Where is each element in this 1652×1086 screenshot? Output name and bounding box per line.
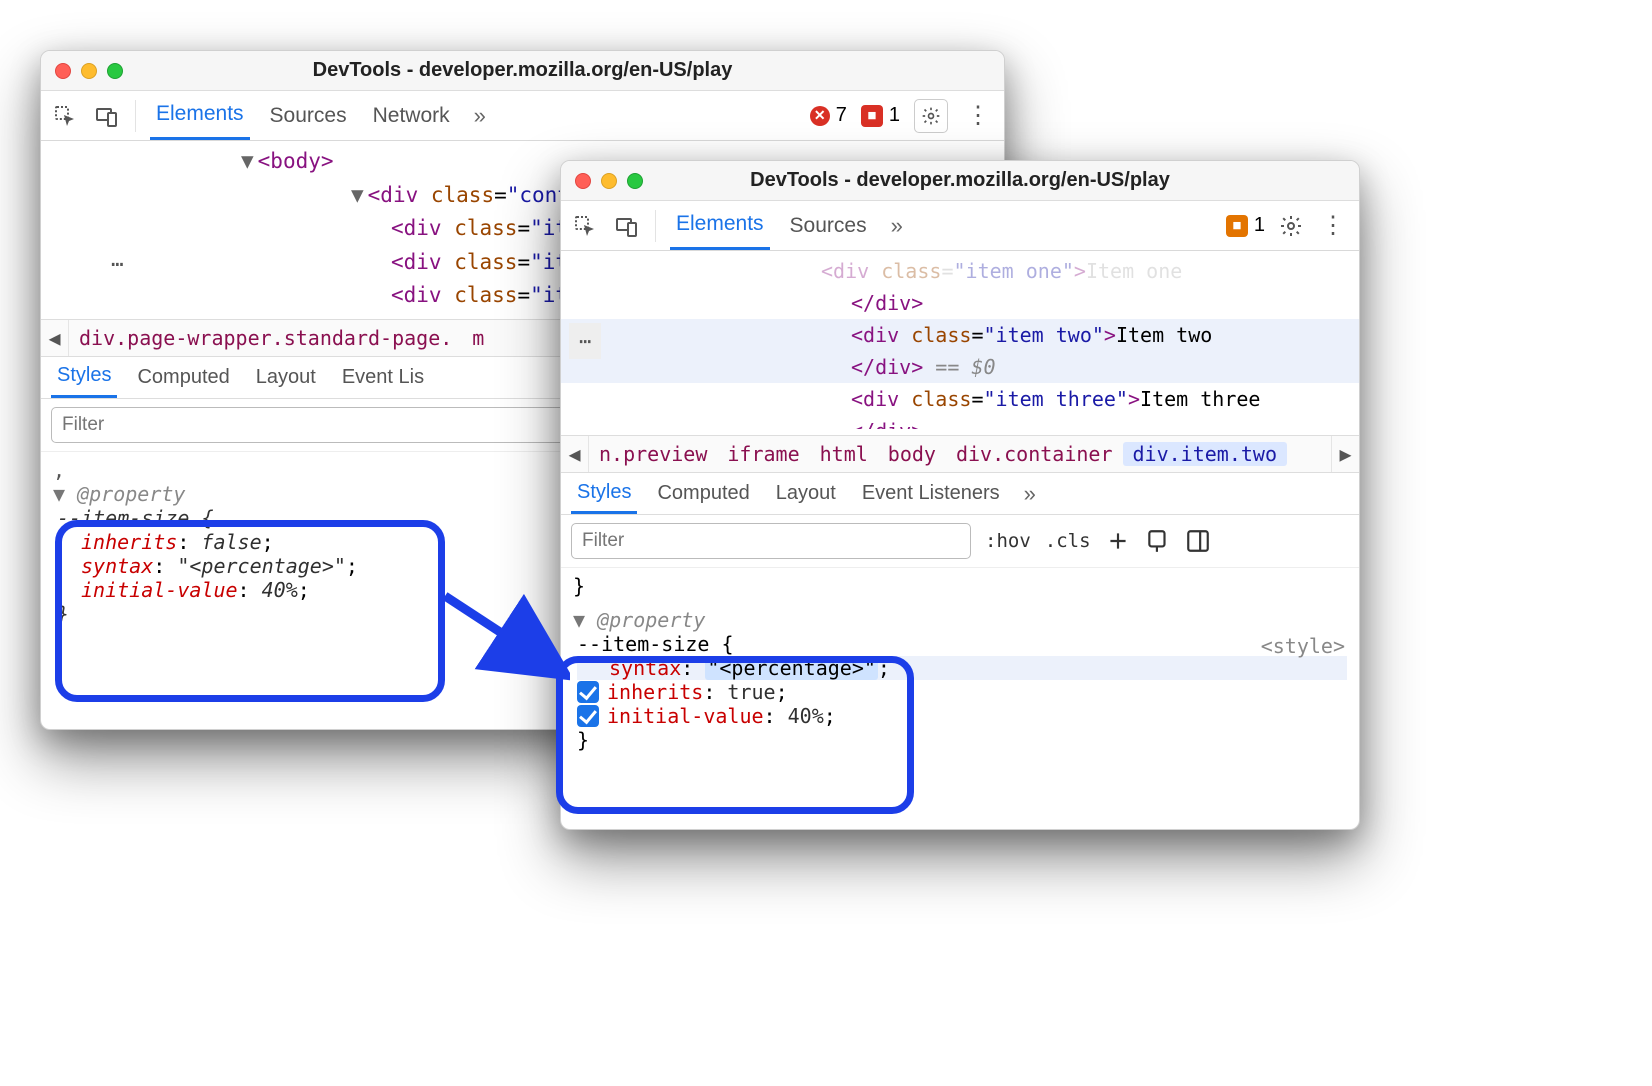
dom-node[interactable]: </div> [561,287,1359,319]
subtab-layout[interactable]: Layout [770,473,842,514]
computed-panel-icon[interactable] [1185,528,1211,554]
tab-elements[interactable]: Elements [670,201,770,250]
subtab-event-listeners[interactable]: Event Lis [336,357,430,398]
window-title: DevTools - developer.mozilla.org/en-US/p… [313,59,733,82]
more-subtabs-icon[interactable]: » [1020,481,1040,507]
breadcrumb-item-active[interactable]: div.item.two [1123,442,1288,466]
ellipsis-icon[interactable]: ⋯ [101,246,134,284]
rule-close-brace: } [573,574,1347,598]
separator [135,100,136,132]
subtab-computed[interactable]: Computed [651,473,755,514]
tab-elements[interactable]: Elements [150,91,250,140]
issue-icon: ■ [1226,215,1248,237]
subtab-layout[interactable]: Layout [250,357,322,398]
inspect-element-icon[interactable] [571,212,599,240]
error-count: 7 [836,104,847,127]
tab-sources[interactable]: Sources [784,201,873,250]
breadcrumb-item[interactable]: m [462,326,494,350]
more-tabs-icon[interactable]: » [887,213,907,239]
breadcrumb-item[interactable]: html [810,442,878,466]
traffic-lights [55,63,123,79]
subtab-event-listeners[interactable]: Event Listeners [856,473,1006,514]
rule-selector[interactable]: --item-size { [577,632,1347,656]
breadcrumb-prev-icon[interactable]: ◀ [41,320,69,356]
issue-badge[interactable]: ■ 1 [1226,214,1265,237]
ellipsis-icon[interactable]: ⋯ [569,323,601,359]
kebab-menu-icon[interactable]: ⋮ [962,101,994,130]
devtools-window-2: DevTools - developer.mozilla.org/en-US/p… [560,160,1360,830]
breadcrumb-bar: ◀ n.preview iframe html body div.contain… [561,435,1359,473]
breadcrumb-item[interactable]: div.container [946,442,1123,466]
subtab-computed[interactable]: Computed [131,357,235,398]
breadcrumb-item[interactable]: div.page-wrapper.standard-page. [69,326,462,350]
subtab-styles[interactable]: Styles [51,357,117,398]
traffic-lights [575,173,643,189]
dom-node[interactable]: <div class="item three">Item three [561,383,1359,415]
cls-toggle[interactable]: .cls [1045,530,1091,552]
device-toolbar-icon[interactable] [93,102,121,130]
rule-close-brace: } [577,728,1347,752]
css-declaration[interactable]: syntax: "<percentage>"; [577,656,1347,680]
value-editing: "<percentage>" [705,656,878,680]
close-icon[interactable] [55,63,71,79]
filter-input[interactable] [571,523,971,559]
styles-subtabs: Styles Computed Layout Event Listeners » [561,473,1359,515]
titlebar: DevTools - developer.mozilla.org/en-US/p… [41,51,1004,91]
issue-badge[interactable]: ■ 1 [861,104,900,127]
hov-toggle[interactable]: :hov [985,530,1031,552]
settings-icon[interactable] [1279,212,1303,240]
main-toolbar: Elements Sources » ■ 1 ⋮ [561,201,1359,251]
settings-button[interactable] [914,99,948,133]
new-style-rule-icon[interactable] [1105,528,1131,554]
subtab-styles[interactable]: Styles [571,473,637,514]
device-toolbar-icon[interactable] [613,212,641,240]
titlebar: DevTools - developer.mozilla.org/en-US/p… [561,161,1359,201]
dom-tree[interactable]: <div class="item one">Item one </div> <d… [561,251,1359,435]
close-icon[interactable] [575,173,591,189]
issue-count: 1 [889,104,900,127]
tab-network[interactable]: Network [367,91,456,140]
issue-count: 1 [1254,214,1265,237]
error-icon: ✕ [810,106,830,126]
breadcrumb-item[interactable]: iframe [717,442,809,466]
kebab-menu-icon[interactable]: ⋮ [1317,211,1349,240]
separator [655,210,656,242]
format-icon[interactable] [1145,528,1171,554]
issue-icon: ■ [861,105,883,127]
dom-node[interactable]: </div> [561,415,1359,429]
breadcrumb-next-icon[interactable]: ▶ [1331,436,1359,472]
at-rule[interactable]: ▼ @property [573,608,1347,632]
more-tabs-icon[interactable]: » [470,103,490,129]
dom-node-selected[interactable]: </div> == $0 [561,351,1359,383]
checkbox-icon[interactable] [577,705,599,727]
tab-sources[interactable]: Sources [264,91,353,140]
breadcrumb-item[interactable]: body [878,442,946,466]
minimize-icon[interactable] [81,63,97,79]
css-declaration[interactable]: inherits: true; [577,680,1347,704]
main-toolbar: Elements Sources Network » ✕ 7 ■ 1 ⋮ [41,91,1004,141]
minimize-icon[interactable] [601,173,617,189]
breadcrumb-prev-icon[interactable]: ◀ [561,436,589,472]
zoom-icon[interactable] [107,63,123,79]
dom-node[interactable]: <div class="item one">Item one [561,255,1359,287]
rule-source[interactable]: <style> [1261,634,1345,658]
window-title: DevTools - developer.mozilla.org/en-US/p… [750,169,1170,192]
styles-filter-bar: :hov .cls [561,515,1359,568]
dom-node-selected[interactable]: <div class="item two">Item two [561,319,1359,351]
zoom-icon[interactable] [627,173,643,189]
css-declaration[interactable]: initial-value: 40%; [577,704,1347,728]
inspect-element-icon[interactable] [51,102,79,130]
breadcrumb-item[interactable]: n.preview [589,442,717,466]
styles-rules[interactable]: } ▼ @property <style> --item-size { synt… [561,568,1359,768]
error-badge[interactable]: ✕ 7 [810,104,847,127]
checkbox-icon[interactable] [577,681,599,703]
